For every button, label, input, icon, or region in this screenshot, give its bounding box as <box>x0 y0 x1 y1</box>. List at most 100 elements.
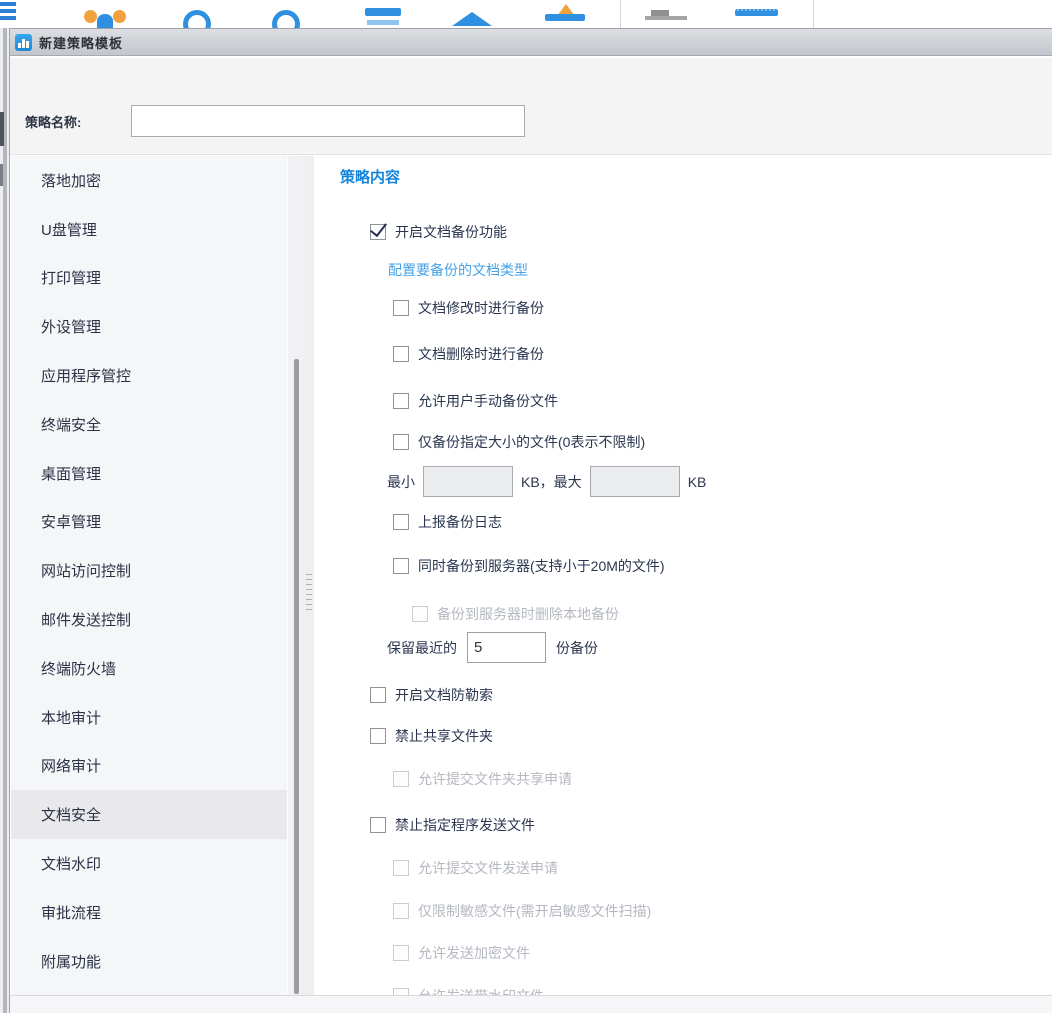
min-size-input <box>423 466 513 497</box>
kb-max-label: KB，最大 <box>521 472 582 492</box>
checkbox-row: 备份到服务器时删除本地备份 <box>412 604 619 624</box>
checkbox-row: 禁止共享文件夹 <box>370 726 493 746</box>
bar-chart-icon <box>15 34 32 51</box>
pane-splitter[interactable] <box>303 156 314 995</box>
background-window-edge <box>0 28 9 1013</box>
checkbox-label: 禁止共享文件夹 <box>395 726 493 746</box>
size-limit-row: 最小 KB，最大 KB <box>387 465 706 498</box>
keep-count-input[interactable] <box>467 632 546 663</box>
kb-label: KB <box>688 474 707 490</box>
bar-icon <box>735 9 780 28</box>
checkbox-label: 仅备份指定大小的文件(0表示不限制) <box>418 432 645 452</box>
sidebar-item-10[interactable]: 邮件发送控制 <box>11 595 287 644</box>
background-toolbar <box>0 0 1052 28</box>
checkbox-row: 允许发送带水印文件 <box>393 986 544 995</box>
checkbox-row: 允许提交文件发送申请 <box>393 858 558 878</box>
keep-recent-label: 保留最近的 <box>387 638 457 658</box>
checkbox-row: 禁止指定程序发送文件 <box>370 815 535 835</box>
checkbox-checked-icon[interactable] <box>370 224 386 240</box>
checkbox-unchecked-icon[interactable] <box>393 514 409 530</box>
configure-backup-doc-types-link[interactable]: 配置要备份的文档类型 <box>388 260 528 280</box>
sidebar-item-5[interactable]: 应用程序管控 <box>11 351 287 400</box>
users-icon <box>84 8 128 28</box>
checkbox-label: 上报备份日志 <box>418 512 502 532</box>
checkbox-label: 文档修改时进行备份 <box>418 298 544 318</box>
policy-content-pane: 策略内容 开启文档备份功能配置要备份的文档类型文档修改时进行备份文档删除时进行备… <box>314 156 1052 995</box>
checkbox-label: 仅限制敏感文件(需开启敏感文件扫描) <box>418 901 651 921</box>
policy-name-row: 策略名称: <box>10 57 1052 155</box>
backups-suffix-label: 份备份 <box>556 638 598 658</box>
checkbox-label: 开启文档备份功能 <box>395 222 507 242</box>
dialog-footer <box>10 995 1052 1013</box>
checkbox-unchecked-icon[interactable] <box>393 300 409 316</box>
sidebar-item-2[interactable]: U盘管理 <box>11 205 287 254</box>
dialog-title: 新建策略模板 <box>39 33 123 52</box>
policy-name-label: 策略名称: <box>25 112 81 131</box>
sidebar-item-4[interactable]: 外设管理 <box>11 302 287 351</box>
checkbox-row: 允许提交文件夹共享申请 <box>393 769 572 789</box>
keep-backups-row: 保留最近的 份备份 <box>387 631 598 664</box>
checkbox-label: 允许提交文件发送申请 <box>418 858 558 878</box>
splitter-grip-icon[interactable] <box>306 574 312 610</box>
checkbox-row: 上报备份日志 <box>393 512 502 532</box>
circle-icon-2 <box>272 10 302 28</box>
arrow-up-icon <box>452 12 494 28</box>
list-icon <box>0 2 18 26</box>
checkbox-row: 仅限制敏感文件(需开启敏感文件扫描) <box>393 901 651 921</box>
sidebar-item-9[interactable]: 网站访问控制 <box>11 546 287 595</box>
screen: 新建策略模板 策略名称: 落地加密U盘管理打印管理外设管理应用程序管控终端安全桌… <box>0 0 1052 1013</box>
checkbox-unchecked-icon[interactable] <box>370 728 386 744</box>
checkbox-label: 允许用户手动备份文件 <box>418 391 558 411</box>
checkbox-label: 文档删除时进行备份 <box>418 344 544 364</box>
checkbox-label: 备份到服务器时删除本地备份 <box>437 604 619 624</box>
sidebar-item-12[interactable]: 本地审计 <box>11 693 287 742</box>
checkbox-row: 开启文档备份功能 <box>370 222 507 242</box>
checkbox-unchecked-icon <box>412 606 428 622</box>
min-label: 最小 <box>387 472 415 492</box>
checkbox-unchecked-icon <box>393 903 409 919</box>
checkbox-unchecked-icon <box>393 988 409 995</box>
dialog-titlebar[interactable]: 新建策略模板 <box>10 29 1052 56</box>
link-row: 配置要备份的文档类型 <box>388 260 528 280</box>
sidebar-item-3[interactable]: 打印管理 <box>11 254 287 303</box>
checkbox-row: 同时备份到服务器(支持小于20M的文件) <box>393 556 665 576</box>
sidebar-item-13[interactable]: 网络审计 <box>11 742 287 791</box>
checkbox-unchecked-icon[interactable] <box>393 393 409 409</box>
sidebar-item-7[interactable]: 桌面管理 <box>11 449 287 498</box>
sidebar-item-8[interactable]: 安卓管理 <box>11 498 287 547</box>
checkbox-label: 允许发送带水印文件 <box>418 986 544 995</box>
checkbox-label: 允许提交文件夹共享申请 <box>418 769 572 789</box>
checkbox-unchecked-icon[interactable] <box>370 687 386 703</box>
sidebar-item-1[interactable]: 落地加密 <box>11 156 287 205</box>
checkbox-row: 仅备份指定大小的文件(0表示不限制) <box>393 432 645 452</box>
checkbox-label: 禁止指定程序发送文件 <box>395 815 535 835</box>
checkbox-unchecked-icon[interactable] <box>370 817 386 833</box>
policy-name-input[interactable] <box>131 105 525 137</box>
category-sidebar: 落地加密U盘管理打印管理外设管理应用程序管控终端安全桌面管理安卓管理网站访问控制… <box>11 156 287 995</box>
checkbox-row: 开启文档防勒索 <box>370 685 493 705</box>
checkbox-row: 文档修改时进行备份 <box>393 298 544 318</box>
sidebar-item-16[interactable]: 审批流程 <box>11 888 287 937</box>
checkbox-unchecked-icon[interactable] <box>393 346 409 362</box>
checkbox-unchecked-icon[interactable] <box>393 558 409 574</box>
checkbox-unchecked-icon <box>393 771 409 787</box>
sidebar-item-11[interactable]: 终端防火墙 <box>11 644 287 693</box>
checkbox-row: 允许用户手动备份文件 <box>393 391 558 411</box>
bars-icon <box>365 8 403 28</box>
sidebar-item-15[interactable]: 文档水印 <box>11 839 287 888</box>
checkbox-unchecked-icon[interactable] <box>393 434 409 450</box>
checkbox-unchecked-icon <box>393 860 409 876</box>
toolbar-separator <box>620 0 621 28</box>
sidebar-item-17[interactable]: 附属功能 <box>11 937 287 986</box>
checkbox-label: 同时备份到服务器(支持小于20M的文件) <box>418 556 665 576</box>
tool-icon <box>645 8 691 28</box>
checkbox-row: 允许发送加密文件 <box>393 943 530 963</box>
sidebar-item-6[interactable]: 终端安全 <box>11 400 287 449</box>
scrollbar-thumb[interactable] <box>294 359 299 994</box>
toolbar-separator <box>813 0 814 28</box>
sidebar-item-14[interactable]: 文档安全 <box>11 790 287 839</box>
checkbox-label: 允许发送加密文件 <box>418 943 530 963</box>
content-header: 策略内容 <box>340 166 400 187</box>
checkbox-row: 文档删除时进行备份 <box>393 344 544 364</box>
max-size-input <box>590 466 680 497</box>
